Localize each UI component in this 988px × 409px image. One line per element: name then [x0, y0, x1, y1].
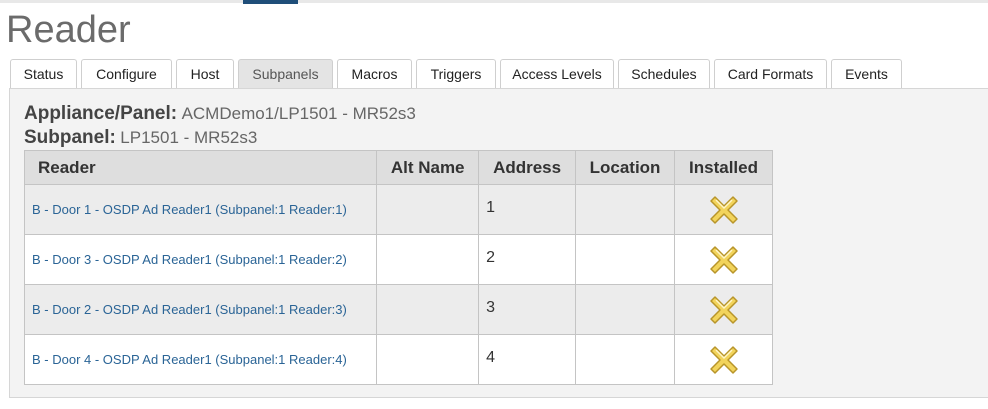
appliance-value: ACMDemo1/LP1501 - MR52s3: [181, 104, 416, 123]
column-header-alt-name[interactable]: Alt Name: [376, 150, 480, 185]
table-row: B - Door 4 - OSDP Ad Reader1 (Subpanel:1…: [23, 334, 773, 385]
tab-bar: Status Configure Host Subpanels Macros T…: [10, 59, 906, 89]
appliance-info: Appliance/Panel: ACMDemo1/LP1501 - MR52s…: [24, 103, 416, 125]
table-header-row: Reader Alt Name Address Location Install…: [23, 150, 773, 185]
tab-schedules[interactable]: Schedules: [618, 59, 710, 89]
column-header-location[interactable]: Location: [575, 150, 676, 185]
not-installed-x-icon[interactable]: [708, 244, 740, 276]
active-nav-indicator: [243, 0, 298, 4]
location-cell: [575, 234, 676, 285]
tab-triggers[interactable]: Triggers: [416, 59, 496, 89]
installed-cell: [674, 284, 773, 335]
reader-link[interactable]: B - Door 1 - OSDP Ad Reader1 (Subpanel:1…: [32, 202, 347, 217]
installed-cell: [674, 184, 773, 235]
reader-cell: B - Door 4 - OSDP Ad Reader1 (Subpanel:1…: [23, 334, 378, 385]
reader-table: Reader Alt Name Address Location Install…: [23, 150, 773, 385]
column-header-address[interactable]: Address: [478, 150, 577, 185]
page-title: Reader: [6, 9, 131, 51]
column-header-reader[interactable]: Reader: [23, 150, 378, 185]
location-cell: [575, 184, 676, 235]
alt-name-cell: [376, 284, 480, 335]
address-cell: 4: [478, 334, 577, 385]
not-installed-x-icon[interactable]: [708, 344, 740, 376]
address-cell: 2: [478, 234, 577, 285]
subpanel-info: Subpanel: LP1501 - MR52s3: [24, 127, 257, 149]
reader-cell: B - Door 1 - OSDP Ad Reader1 (Subpanel:1…: [23, 184, 378, 235]
column-header-installed[interactable]: Installed: [674, 150, 773, 185]
reader-link[interactable]: B - Door 2 - OSDP Ad Reader1 (Subpanel:1…: [32, 302, 347, 317]
installed-cell: [674, 334, 773, 385]
subpanel-value: LP1501 - MR52s3: [120, 128, 258, 147]
reader-cell: B - Door 3 - OSDP Ad Reader1 (Subpanel:1…: [23, 234, 378, 285]
appliance-label: Appliance/Panel:: [24, 103, 178, 124]
location-cell: [575, 334, 676, 385]
location-cell: [575, 284, 676, 335]
alt-name-cell: [376, 334, 480, 385]
tab-status[interactable]: Status: [10, 59, 77, 89]
alt-name-cell: [376, 184, 480, 235]
subpanel-label: Subpanel:: [24, 127, 116, 148]
table-row: B - Door 3 - OSDP Ad Reader1 (Subpanel:1…: [23, 234, 773, 285]
not-installed-x-icon[interactable]: [708, 294, 740, 326]
subpanel-content-panel: Appliance/Panel: ACMDemo1/LP1501 - MR52s…: [9, 88, 988, 398]
tab-configure[interactable]: Configure: [81, 59, 172, 89]
not-installed-x-icon[interactable]: [708, 194, 740, 226]
reader-link[interactable]: B - Door 3 - OSDP Ad Reader1 (Subpanel:1…: [32, 252, 347, 267]
installed-cell: [674, 234, 773, 285]
tab-events[interactable]: Events: [831, 59, 902, 89]
tab-access-levels[interactable]: Access Levels: [500, 59, 614, 89]
reader-link[interactable]: B - Door 4 - OSDP Ad Reader1 (Subpanel:1…: [32, 352, 347, 367]
tab-macros[interactable]: Macros: [337, 59, 412, 89]
table-row: B - Door 1 - OSDP Ad Reader1 (Subpanel:1…: [23, 184, 773, 235]
address-cell: 3: [478, 284, 577, 335]
alt-name-cell: [376, 234, 480, 285]
reader-cell: B - Door 2 - OSDP Ad Reader1 (Subpanel:1…: [23, 284, 378, 335]
table-row: B - Door 2 - OSDP Ad Reader1 (Subpanel:1…: [23, 284, 773, 335]
address-cell: 1: [478, 184, 577, 235]
tab-subpanels[interactable]: Subpanels: [238, 59, 333, 89]
tab-card-formats[interactable]: Card Formats: [714, 59, 827, 89]
tab-host[interactable]: Host: [176, 59, 234, 89]
top-rule: [0, 0, 988, 3]
